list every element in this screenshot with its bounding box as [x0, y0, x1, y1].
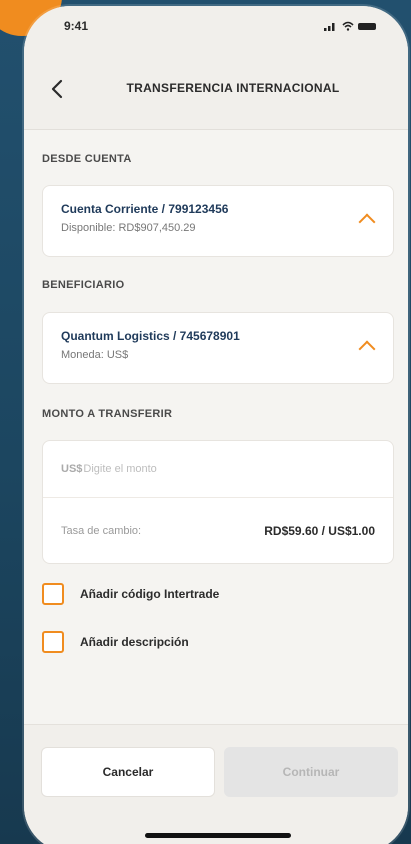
from-account-label: DESDE CUENTA: [42, 153, 132, 165]
back-icon[interactable]: [46, 78, 68, 100]
beneficiary-title: Quantum Logistics / 745678901: [61, 329, 240, 343]
from-account-title: Cuenta Corriente / 799123456: [61, 202, 229, 216]
cancel-button[interactable]: Cancelar: [41, 747, 215, 797]
amount-label: MONTO A TRANSFERIR: [42, 408, 173, 420]
from-account-balance: Disponible: RD$907,450.29: [61, 222, 196, 234]
exchange-rate-value: RD$59.60 / US$1.00: [264, 523, 375, 538]
exchange-rate-label: Tasa de cambio:: [61, 524, 142, 537]
amount-card: US$ Tasa de cambio: RD$59.60 / US$1.00: [42, 440, 394, 564]
beneficiary-label: BENEFICIARIO: [42, 279, 125, 291]
continue-button[interactable]: Continuar: [224, 747, 398, 797]
description-option[interactable]: Añadir descripción: [42, 627, 394, 657]
phone-frame: 9:41 TRANSFERENCIA INTERNACIONAL DESDE C…: [24, 6, 408, 844]
amount-input[interactable]: [83, 463, 375, 475]
beneficiary-currency: Moneda: US$: [61, 349, 129, 361]
nav-bar: TRANSFERENCIA INTERNACIONAL: [24, 46, 408, 130]
from-account-selector[interactable]: Cuenta Corriente / 799123456 Disponible:…: [42, 185, 394, 257]
status-time: 9:41: [64, 19, 89, 33]
intertrade-checkbox[interactable]: [42, 583, 64, 605]
signal-icon: [324, 23, 335, 31]
amount-currency: US$: [61, 463, 83, 475]
page-title: TRANSFERENCIA INTERNACIONAL: [126, 80, 340, 95]
amount-input-row[interactable]: US$: [43, 441, 393, 497]
home-indicator: [145, 833, 291, 838]
footer-actions: Cancelar Continuar: [24, 724, 408, 844]
description-label: Añadir descripción: [80, 635, 189, 649]
wifi-icon: [342, 21, 354, 31]
intertrade-option[interactable]: Añadir código Intertrade: [42, 579, 394, 609]
beneficiary-selector[interactable]: Quantum Logistics / 745678901 Moneda: US…: [42, 312, 394, 384]
description-checkbox[interactable]: [42, 631, 64, 653]
status-icons: [324, 21, 376, 31]
exchange-rate-row: Tasa de cambio: RD$59.60 / US$1.00: [43, 497, 393, 563]
battery-icon: [358, 22, 376, 30]
intertrade-label: Añadir código Intertrade: [80, 587, 220, 601]
transfer-form: DESDE CUENTA Cuenta Corriente / 79912345…: [24, 153, 408, 657]
status-bar: 9:41: [24, 6, 408, 46]
